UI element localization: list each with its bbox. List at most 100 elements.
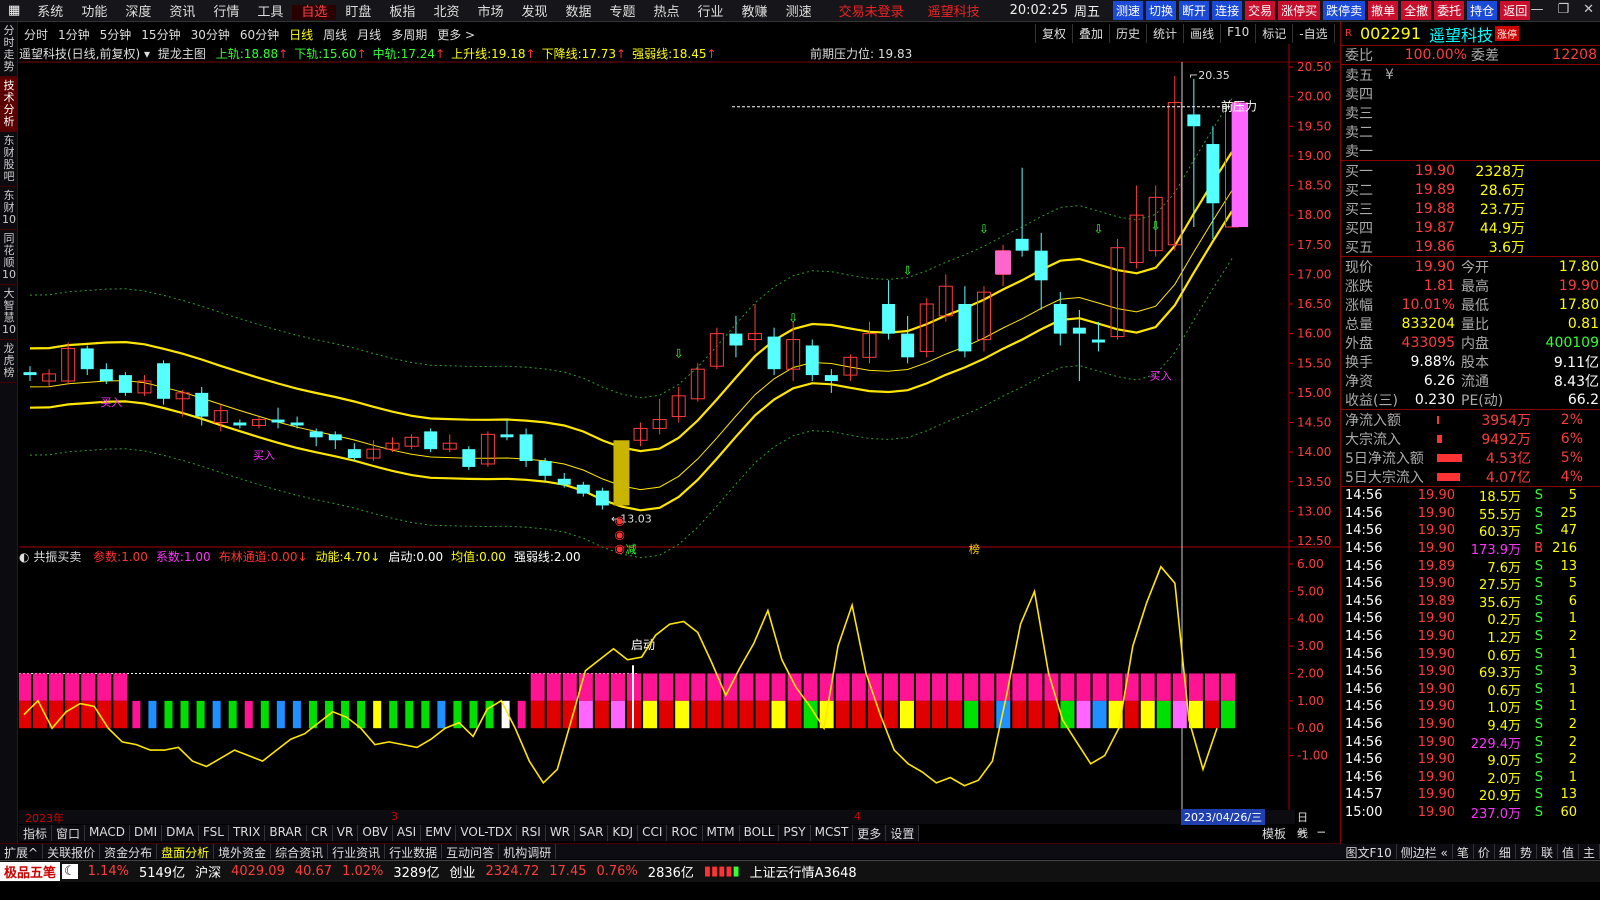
fbar-tab-8[interactable]: 互动问答 bbox=[442, 844, 500, 860]
period-tab-2[interactable]: 5分钟 bbox=[95, 26, 137, 43]
fbar-tab-1[interactable]: 关联报价 bbox=[43, 844, 101, 860]
chart-tool-4[interactable]: 画线 bbox=[1183, 24, 1220, 43]
menu-item-13[interactable]: 专题 bbox=[601, 5, 645, 20]
menu-item-3[interactable]: 资讯 bbox=[160, 5, 204, 20]
toolbar-button-5[interactable]: 涨停买 bbox=[1278, 1, 1321, 20]
chart-tool-3[interactable]: 统计 bbox=[1146, 24, 1183, 43]
menu-item-12[interactable]: 数据 bbox=[556, 5, 600, 20]
tick-row[interactable]: 14:56 19.90 173.9万 B 216 bbox=[1345, 540, 1600, 558]
sell-row[interactable]: 卖三 bbox=[1345, 103, 1600, 122]
vtab-0[interactable]: 分时走势 bbox=[0, 22, 18, 77]
tick-row[interactable]: 14:56 19.90 9.4万 S 2 bbox=[1345, 716, 1600, 734]
chart-tool-2[interactable]: 历史 bbox=[1109, 24, 1146, 43]
menu-item-4[interactable]: 行情 bbox=[204, 5, 248, 20]
fbar-tab-9[interactable]: 机构调研 bbox=[499, 844, 557, 860]
toolbar-button-4[interactable]: 交易 bbox=[1245, 1, 1276, 20]
indicator-tab-24[interactable]: 更多 bbox=[853, 825, 887, 841]
tick-row[interactable]: 14:56 19.90 60.3万 S 47 bbox=[1345, 522, 1600, 540]
minimize-icon[interactable]: — bbox=[1530, 2, 1543, 17]
indicator-tab-8[interactable]: CR bbox=[307, 825, 333, 841]
period-tab-6[interactable]: 日线 bbox=[284, 26, 318, 43]
indicator-tab-1[interactable]: 窗口 bbox=[52, 825, 86, 841]
chart-tool-7[interactable]: -自选 bbox=[1292, 24, 1333, 43]
menu-item-17[interactable]: 测速 bbox=[777, 5, 821, 20]
vtab-1[interactable]: 技术分析 bbox=[0, 77, 18, 132]
indicator-tab-11[interactable]: ASI bbox=[393, 825, 422, 841]
indicator-right-0[interactable]: 模板 bbox=[1262, 825, 1286, 842]
app-grid-icon[interactable]: ▦ bbox=[0, 3, 28, 18]
menu-item-0[interactable]: 系统 bbox=[28, 5, 72, 20]
period-tab-9[interactable]: 多周期 bbox=[386, 26, 432, 43]
tick-row[interactable]: 14:56 19.90 69.3万 S 3 bbox=[1345, 663, 1600, 681]
menu-item-14[interactable]: 热点 bbox=[645, 5, 689, 20]
toolbar-button-8[interactable]: 全撤 bbox=[1401, 1, 1432, 20]
menu-item-9[interactable]: 北资 bbox=[424, 5, 468, 20]
tick-row[interactable]: 14:56 19.90 1.0万 S 1 bbox=[1345, 698, 1600, 716]
tick-row[interactable]: 14:57 19.90 20.9万 S 13 bbox=[1345, 786, 1600, 804]
menu-item-15[interactable]: 行业 bbox=[689, 5, 733, 20]
indicator-tab-13[interactable]: VOL-TDX bbox=[456, 825, 518, 841]
indicator-tab-17[interactable]: KDJ bbox=[608, 825, 639, 841]
indicator-tab-0[interactable]: 指标 bbox=[19, 825, 53, 841]
indicator-tab-10[interactable]: OBV bbox=[358, 825, 393, 841]
indicator-tab-14[interactable]: RSI bbox=[517, 825, 546, 841]
fbar-tab-6[interactable]: 行业资讯 bbox=[328, 844, 386, 860]
vtab-5[interactable]: 大智慧10 bbox=[0, 285, 18, 340]
toolbar-button-2[interactable]: 断开 bbox=[1179, 1, 1210, 20]
fbar-tab-7[interactable]: 行业数据 bbox=[385, 844, 443, 860]
chart-tool-5[interactable]: F10 bbox=[1220, 24, 1255, 43]
sell-row[interactable]: 卖一 bbox=[1345, 141, 1600, 160]
period-tab-4[interactable]: 30分钟 bbox=[186, 26, 235, 43]
period-tab-0[interactable]: 分时 bbox=[19, 26, 53, 43]
vtab-4[interactable]: 同花顺10 bbox=[0, 230, 18, 285]
indicator-tab-16[interactable]: SAR bbox=[575, 825, 609, 841]
menu-item-11[interactable]: 发现 bbox=[512, 5, 556, 20]
close-icon[interactable]: ✕ bbox=[1583, 2, 1594, 17]
period-tab-5[interactable]: 60分钟 bbox=[235, 26, 284, 43]
toolbar-button-7[interactable]: 撤单 bbox=[1368, 1, 1399, 20]
chart-tool-1[interactable]: 叠加 bbox=[1072, 24, 1109, 43]
toolbar-button-3[interactable]: 连接 bbox=[1212, 1, 1243, 20]
indicator-tab-2[interactable]: MACD bbox=[85, 825, 131, 841]
tick-row[interactable]: 14:56 19.90 229.4万 S 2 bbox=[1345, 733, 1600, 752]
menu-item-8[interactable]: 板指 bbox=[380, 5, 424, 20]
menu-item-5[interactable]: 工具 bbox=[248, 5, 292, 20]
fbar-tab-3[interactable]: 盘面分析 bbox=[157, 844, 215, 860]
sell-row[interactable]: 卖二 bbox=[1345, 122, 1600, 141]
main-indicator-name[interactable]: 提龙主图 bbox=[158, 47, 206, 61]
indicator-right-1[interactable]: + bbox=[1296, 825, 1306, 842]
tick-row[interactable]: 14:56 19.89 35.6万 S 6 bbox=[1345, 593, 1600, 611]
stock-name-hint[interactable]: 遥望科技 bbox=[922, 1, 986, 20]
period-tab-3[interactable]: 15分钟 bbox=[136, 26, 185, 43]
toolbar-button-10[interactable]: 持仓 bbox=[1467, 1, 1498, 20]
tick-row[interactable]: 14:56 19.90 9.0万 S 2 bbox=[1345, 751, 1600, 769]
indicator-tab-7[interactable]: BRAR bbox=[265, 825, 308, 841]
fbar-tab-2[interactable]: 资金分布 bbox=[100, 844, 158, 860]
menu-item-1[interactable]: 功能 bbox=[72, 5, 116, 20]
indicator-tab-25[interactable]: 设置 bbox=[886, 825, 920, 841]
fbar-tab-4[interactable]: 境外资金 bbox=[214, 844, 272, 860]
tick-row[interactable]: 14:56 19.90 27.5万 S 5 bbox=[1345, 575, 1600, 593]
toolbar-button-9[interactable]: 委托 bbox=[1434, 1, 1465, 20]
indicator-tab-21[interactable]: BOLL bbox=[740, 825, 780, 841]
chevron-down-icon[interactable]: ▾ bbox=[144, 47, 150, 61]
indicator-tab-4[interactable]: DMA bbox=[162, 825, 199, 841]
buy-row[interactable]: 买五 19.86 3.6万 bbox=[1345, 237, 1600, 256]
chart-tool-6[interactable]: 标记 bbox=[1255, 24, 1292, 43]
sub-indicator-name[interactable]: 共振买卖 bbox=[33, 550, 81, 564]
indicator-tab-9[interactable]: VR bbox=[333, 825, 359, 841]
fbar-tab-0[interactable]: 扩展^ bbox=[0, 844, 44, 860]
buy-row[interactable]: 买四 19.87 44.9万 bbox=[1345, 218, 1600, 237]
tick-row[interactable]: 14:56 19.90 0.2万 S 1 bbox=[1345, 610, 1600, 628]
indicator-tab-15[interactable]: WR bbox=[546, 825, 576, 841]
period-tab-7[interactable]: 周线 bbox=[318, 26, 352, 43]
period-tab-1[interactable]: 1分钟 bbox=[53, 26, 95, 43]
fbar-right-6[interactable]: 联 bbox=[1537, 844, 1558, 860]
tick-row[interactable]: 14:56 19.90 18.5万 S 5 bbox=[1345, 487, 1600, 505]
fbar-right-8[interactable]: 主 bbox=[1579, 844, 1600, 860]
fbar-tab-5[interactable]: 综合资讯 bbox=[271, 844, 329, 860]
fbar-right-0[interactable]: 图文F10 bbox=[1342, 844, 1397, 860]
indicator-tab-22[interactable]: PSY bbox=[779, 825, 811, 841]
ime-indicator[interactable]: 极品五笔 bbox=[0, 862, 61, 881]
vtab-6[interactable]: 龙虎榜 bbox=[0, 340, 18, 383]
